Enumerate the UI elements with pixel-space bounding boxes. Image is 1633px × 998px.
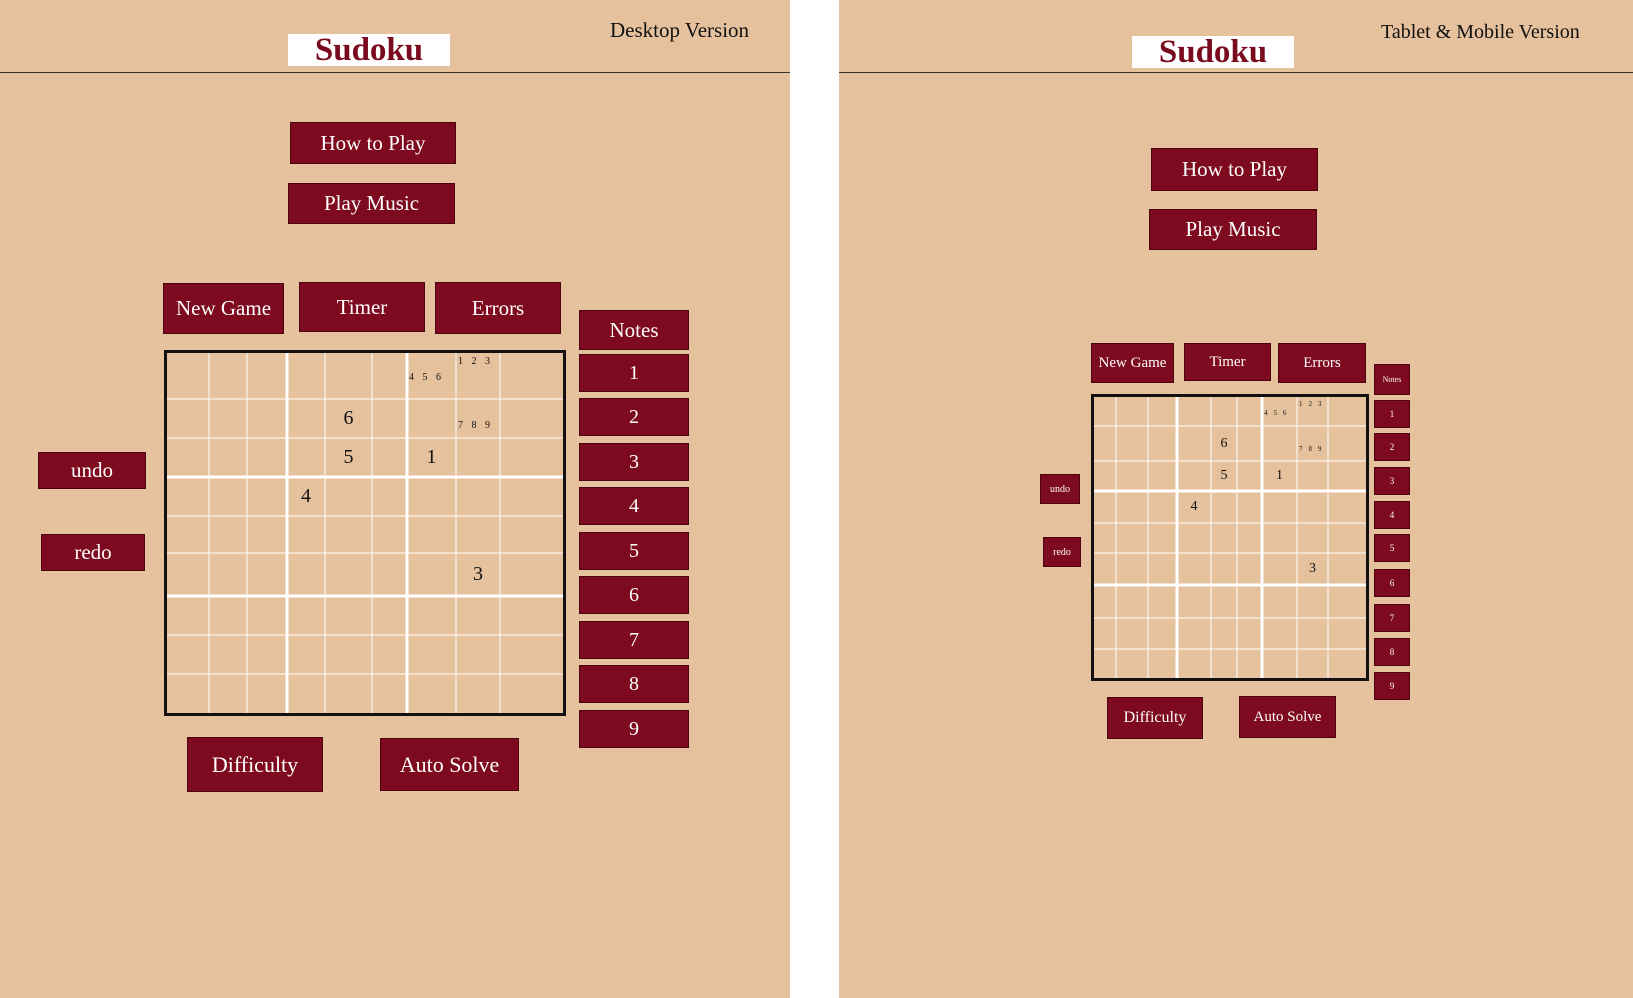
header-divider	[839, 72, 1633, 73]
cell-note: 1 2 3	[458, 356, 493, 367]
cell-value: 3	[1309, 561, 1316, 576]
timer-button[interactable]: Timer	[299, 282, 425, 332]
notes-button[interactable]: Notes	[1374, 364, 1410, 395]
number-button-2[interactable]: 2	[579, 398, 689, 436]
number-button-3[interactable]: 3	[579, 443, 689, 481]
sudoku-grid[interactable]: 6 5 1 4 3 4 5 6 1 2 3 7 8 9	[1091, 394, 1369, 681]
undo-button[interactable]: undo	[38, 452, 146, 489]
number-button-1[interactable]: 1	[579, 354, 689, 392]
number-button-9[interactable]: 9	[1374, 672, 1410, 700]
cell-note: 7 8 9	[1299, 445, 1324, 454]
cell-value: 3	[473, 563, 483, 585]
version-label: Desktop Version	[610, 18, 750, 42]
number-button-8[interactable]: 8	[579, 665, 689, 703]
number-button-5[interactable]: 5	[1374, 534, 1410, 562]
number-button-7[interactable]: 7	[1374, 604, 1410, 632]
number-button-9[interactable]: 9	[579, 710, 689, 748]
redo-button[interactable]: redo	[41, 534, 145, 571]
redo-button[interactable]: redo	[1043, 537, 1081, 567]
desktop-panel: Sudoku Desktop Version How to Play Play …	[0, 0, 790, 998]
mobile-panel: Sudoku Tablet & Mobile Version How to Pl…	[839, 0, 1633, 998]
cell-note: 4 5 6	[1264, 409, 1289, 418]
cell-value: 1	[426, 446, 437, 468]
undo-button[interactable]: undo	[1040, 474, 1080, 504]
difficulty-button[interactable]: Difficulty	[1107, 697, 1203, 739]
cell-value: 6	[1220, 435, 1228, 451]
version-label: Tablet & Mobile Version	[1381, 21, 1580, 43]
number-button-2[interactable]: 2	[1374, 433, 1410, 461]
new-game-button[interactable]: New Game	[1091, 343, 1174, 383]
number-button-1[interactable]: 1	[1374, 400, 1410, 428]
cell-value: 4	[301, 485, 311, 507]
cell-value: 6	[343, 407, 354, 429]
errors-button[interactable]: Errors	[435, 282, 561, 334]
number-button-6[interactable]: 6	[579, 576, 689, 614]
new-game-button[interactable]: New Game	[163, 283, 284, 334]
how-to-play-button[interactable]: How to Play	[1151, 148, 1318, 191]
number-button-6[interactable]: 6	[1374, 569, 1410, 597]
difficulty-button[interactable]: Difficulty	[187, 737, 323, 792]
sudoku-grid[interactable]: 6 5 1 4 3 4 5 6 1 2 3 7 8 9	[164, 350, 566, 716]
errors-button[interactable]: Errors	[1278, 343, 1366, 383]
cell-value: 1	[1276, 468, 1283, 483]
number-button-5[interactable]: 5	[579, 532, 689, 570]
cell-note: 1 2 3	[1299, 400, 1324, 408]
number-button-7[interactable]: 7	[579, 621, 689, 659]
auto-solve-button[interactable]: Auto Solve	[380, 738, 519, 791]
play-music-button[interactable]: Play Music	[1149, 209, 1317, 250]
notes-button[interactable]: Notes	[579, 310, 689, 350]
timer-button[interactable]: Timer	[1184, 343, 1271, 381]
auto-solve-button[interactable]: Auto Solve	[1239, 696, 1336, 738]
cell-value: 4	[1190, 499, 1198, 514]
play-music-button[interactable]: Play Music	[288, 183, 455, 224]
number-button-4[interactable]: 4	[1374, 501, 1410, 529]
header-divider	[0, 72, 790, 73]
sudoku-logo: Sudoku	[1132, 36, 1294, 69]
cell-value: 5	[343, 446, 354, 468]
how-to-play-button[interactable]: How to Play	[290, 122, 456, 164]
cell-note: 4 5 6	[409, 372, 444, 384]
number-button-4[interactable]: 4	[579, 487, 689, 525]
number-button-8[interactable]: 8	[1374, 638, 1410, 666]
cell-note: 7 8 9	[458, 420, 493, 432]
number-button-3[interactable]: 3	[1374, 467, 1410, 495]
cell-value: 5	[1220, 468, 1228, 483]
sudoku-logo: Sudoku	[288, 34, 450, 67]
